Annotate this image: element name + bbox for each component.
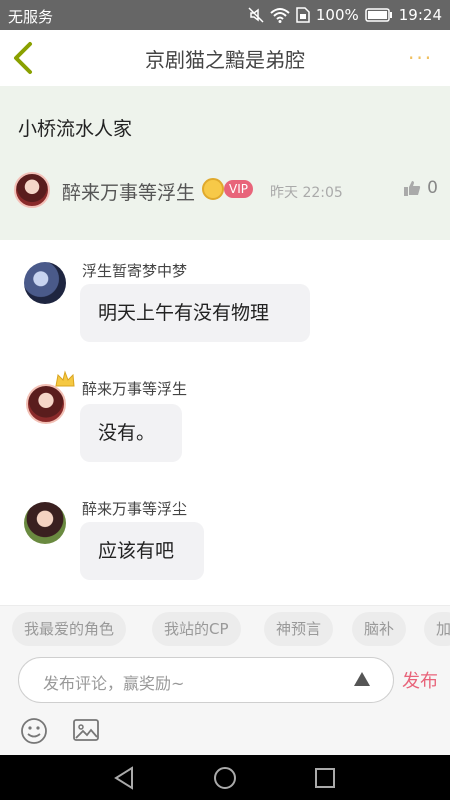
mute-icon	[248, 7, 264, 23]
back-nav-icon[interactable]	[112, 765, 138, 791]
like-count: 0	[427, 178, 438, 198]
message-bubble[interactable]: 没有。	[80, 404, 182, 462]
home-nav-icon[interactable]	[212, 765, 238, 791]
sun-badge-icon	[202, 178, 224, 200]
author-name[interactable]: 醉来万事等浮生	[62, 178, 195, 205]
comment-placeholder: 发布评论，赢奖励~	[43, 674, 185, 693]
tag-chip[interactable]: 我站的CP	[152, 612, 241, 646]
status-icons: 100% 19:24	[248, 6, 442, 24]
message-author[interactable]: 醉来万事等浮生	[82, 378, 187, 399]
publish-button[interactable]: 发布	[402, 667, 438, 693]
message-author[interactable]: 醉来万事等浮尘	[82, 498, 187, 519]
message-bubble[interactable]: 应该有吧	[80, 522, 204, 580]
author-avatar[interactable]	[14, 172, 50, 208]
recents-nav-icon[interactable]	[312, 765, 338, 791]
user-avatar[interactable]	[24, 262, 66, 304]
more-menu-icon[interactable]: ···	[408, 44, 436, 72]
back-arrow-icon[interactable]	[8, 40, 40, 76]
like-button[interactable]: 0	[403, 178, 438, 198]
wifi-icon	[270, 8, 290, 23]
status-bar: 无服务 100% 19:24	[0, 0, 450, 30]
crown-icon	[55, 370, 75, 387]
clock-text: 19:24	[398, 6, 442, 24]
topic-title: 小桥流水人家	[18, 118, 133, 140]
tag-chip[interactable]: 脑补	[352, 612, 407, 646]
comment-composer: 发布评论，赢奖励~ 发布	[0, 653, 450, 755]
image-icon[interactable]	[72, 717, 100, 743]
system-nav-bar	[0, 755, 450, 800]
message-author[interactable]: 浮生暂寄梦中梦	[82, 260, 187, 281]
tag-chip[interactable]: 加	[424, 612, 450, 646]
post-time: 昨天 22:05	[270, 185, 343, 201]
tag-chip[interactable]: 我最爱的角色	[12, 612, 127, 646]
message-bubble[interactable]: 明天上午有没有物理	[80, 284, 310, 342]
user-avatar[interactable]	[24, 502, 66, 544]
battery-icon	[365, 8, 392, 22]
emoji-icon[interactable]	[20, 717, 48, 745]
sim-icon	[296, 7, 310, 23]
page-title: 京剧猫之黯是弟腔	[145, 48, 305, 72]
expand-up-icon[interactable]	[353, 670, 371, 688]
topic-panel: 小桥流水人家 醉来万事等浮生 VIP 昨天 22:05 0	[0, 86, 450, 240]
comment-input[interactable]: 发布评论，赢奖励~	[18, 657, 394, 703]
user-avatar[interactable]	[26, 384, 66, 424]
nav-bar: 京剧猫之黯是弟腔 ···	[0, 30, 450, 86]
carrier-text: 无服务	[8, 8, 54, 26]
battery-percent: 100%	[315, 6, 359, 24]
tag-bar: 我最爱的角色 我站的CP 神预言 脑补 加	[0, 605, 450, 653]
thumbs-up-icon	[404, 181, 421, 196]
vip-badge: VIP	[224, 180, 253, 198]
tag-chip[interactable]: 神预言	[264, 612, 334, 646]
topic-author-row: 醉来万事等浮生 VIP 昨天 22:05 0	[12, 170, 440, 210]
